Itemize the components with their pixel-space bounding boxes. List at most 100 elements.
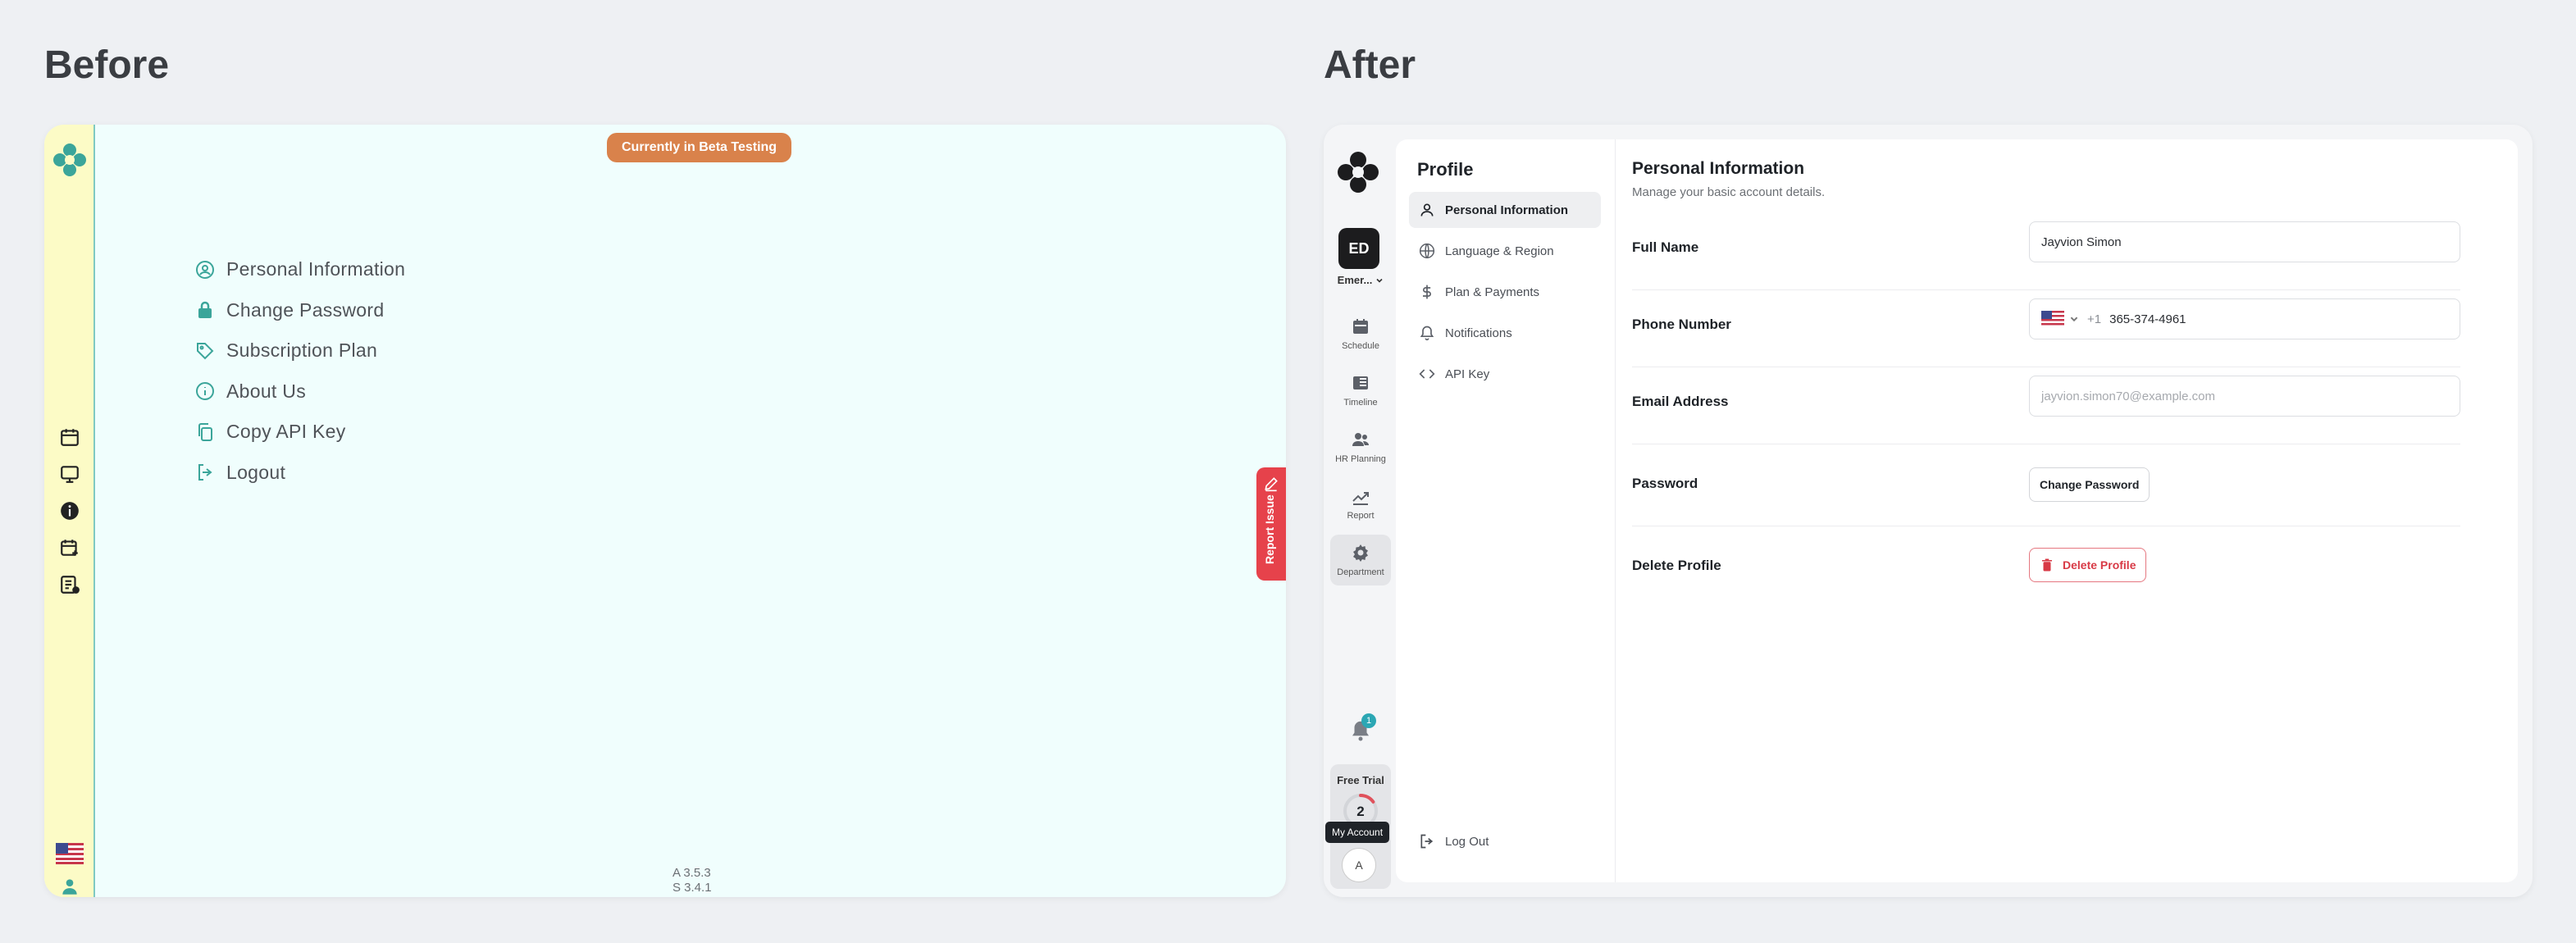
profile-title: Profile (1417, 159, 1474, 180)
us-flag-icon[interactable] (56, 843, 84, 864)
chevron-down-icon (1376, 278, 1383, 283)
profile-nav-label: Language & Region (1445, 244, 1554, 258)
report-settings-icon[interactable] (59, 574, 80, 595)
phone-row: Phone Number +1 365-374-4961 (1632, 292, 2460, 367)
gear-icon (1353, 544, 1368, 562)
personal-information-section: Personal Information Manage your basic a… (1632, 139, 2501, 882)
log-out-button[interactable]: Log Out (1419, 833, 1489, 850)
delete-profile-row: Delete Profile Delete Profile (1632, 526, 2460, 605)
section-subtitle: Manage your basic account details. (1632, 185, 1826, 199)
full-name-row: Full Name Jayvion Simon (1632, 215, 2460, 290)
rail-item-schedule[interactable]: Schedule (1330, 308, 1391, 359)
chevron-down-icon[interactable] (2069, 314, 2079, 324)
menu-item-copy-api-key[interactable]: Copy API Key (195, 412, 405, 453)
menu-item-label: Personal Information (226, 258, 406, 280)
password-label: Password (1632, 476, 1698, 491)
profile-nav-api-key[interactable]: API Key (1409, 356, 1601, 392)
dollar-icon (1423, 285, 1431, 299)
full-name-field[interactable]: Jayvion Simon (2029, 221, 2460, 262)
app-logo-icon[interactable] (51, 141, 89, 179)
change-password-button[interactable]: Change Password (2029, 467, 2150, 502)
phone-label: Phone Number (1632, 317, 1731, 332)
after-heading: After (1324, 43, 1416, 87)
user-icon[interactable] (59, 876, 80, 897)
trash-icon (2042, 558, 2052, 572)
rail-item-label: Schedule (1342, 341, 1379, 351)
organization-name: Emer... (1337, 274, 1373, 286)
rail-item-label: Report (1347, 511, 1375, 521)
organization-avatar[interactable]: ED (1338, 228, 1379, 269)
log-out-label: Log Out (1445, 834, 1489, 849)
logout-icon (198, 464, 212, 481)
profile-nav-label: Notifications (1445, 326, 1512, 340)
menu-item-personal-information[interactable]: Personal Information (195, 249, 405, 290)
account-avatar[interactable]: A (1342, 848, 1376, 882)
info-icon (196, 382, 214, 401)
rail-item-timeline[interactable]: Timeline (1330, 365, 1391, 416)
app-rail: ED Emer... Schedule Timeline HR Planning… (1324, 125, 1396, 897)
delete-profile-label: Delete Profile (1632, 558, 1721, 573)
people-icon (1352, 433, 1369, 446)
info-icon[interactable] (59, 500, 80, 522)
chart-icon (1352, 492, 1369, 505)
profile-nav-notifications[interactable]: Notifications (1409, 315, 1601, 351)
globe-icon (1419, 243, 1435, 259)
report-issue-tab[interactable]: Report Issue (1256, 467, 1286, 581)
logout-icon (1420, 834, 1434, 849)
after-screen: ED Emer... Schedule Timeline HR Planning… (1324, 125, 2533, 897)
tag-icon (197, 342, 214, 360)
rail-item-report[interactable]: Report (1330, 478, 1391, 529)
profile-nav-label: Plan & Payments (1445, 285, 1540, 299)
rail-item-label: HR Planning (1335, 454, 1386, 464)
menu-item-subscription-plan[interactable]: Subscription Plan (195, 330, 405, 371)
before-settings-menu: Personal Information Change Password Sub… (195, 249, 405, 493)
profile-nav-label: API Key (1445, 367, 1490, 381)
pencil-icon (1265, 477, 1278, 492)
profile-nav-plan-payments[interactable]: Plan & Payments (1409, 274, 1601, 310)
menu-item-label: About Us (226, 380, 307, 402)
trial-days-remaining: 2 (1356, 804, 1365, 819)
before-screen: Currently in Beta Testing Personal Infor… (44, 125, 1286, 897)
full-name-label: Full Name (1632, 239, 1699, 255)
version-s: S 3.4.1 (672, 881, 712, 895)
phone-number-value: 365-374-4961 (2109, 312, 2186, 326)
rail-item-hr-planning[interactable]: HR Planning (1330, 421, 1391, 472)
organization-switcher[interactable]: Emer... (1332, 274, 1389, 286)
menu-item-change-password[interactable]: Change Password (195, 290, 405, 331)
beta-badge: Currently in Beta Testing (607, 133, 792, 162)
profile-nav-language-region[interactable]: Language & Region (1409, 233, 1601, 269)
lock-icon (198, 302, 212, 319)
notification-count-badge: 1 (1361, 713, 1376, 728)
before-heading: Before (44, 43, 170, 87)
copy-icon (198, 422, 212, 441)
user-circle-icon (196, 260, 214, 279)
phone-field[interactable]: +1 365-374-4961 (2029, 298, 2460, 339)
free-trial-label: Free Trial (1337, 774, 1384, 786)
profile-nav-personal-information[interactable]: Personal Information (1409, 192, 1601, 228)
rail-item-department[interactable]: Department (1330, 535, 1391, 585)
monitor-icon[interactable] (59, 463, 80, 485)
my-account-tooltip: My Account (1325, 822, 1390, 843)
password-row: Password Change Password (1632, 446, 2460, 526)
version-a: A 3.5.3 (672, 866, 711, 880)
email-field[interactable]: jayvion.simon70@example.com (2029, 376, 2460, 417)
menu-item-label: Logout (226, 461, 286, 483)
user-icon (1420, 203, 1434, 216)
menu-item-about-us[interactable]: About Us (195, 371, 405, 412)
app-logo-icon[interactable] (1335, 149, 1381, 195)
version-info: A 3.5.3 S 3.4.1 (672, 866, 712, 895)
rail-item-label: Department (1337, 567, 1384, 577)
delete-profile-button[interactable]: Delete Profile (2029, 548, 2147, 582)
section-title: Personal Information (1632, 159, 1805, 178)
us-flag-icon[interactable] (2041, 311, 2064, 327)
report-issue-label: Report Issue (1263, 494, 1276, 564)
calendar-icon[interactable] (59, 426, 80, 448)
menu-item-label: Subscription Plan (226, 339, 378, 362)
menu-item-logout[interactable]: Logout (195, 453, 405, 494)
email-row: Email Address jayvion.simon70@example.co… (1632, 369, 2460, 444)
before-sidebar (44, 125, 95, 897)
profile-nav-label: Personal Information (1445, 203, 1569, 217)
code-icon (1419, 369, 1435, 379)
calendar-add-icon[interactable] (59, 537, 80, 558)
menu-item-label: Copy API Key (226, 421, 346, 443)
